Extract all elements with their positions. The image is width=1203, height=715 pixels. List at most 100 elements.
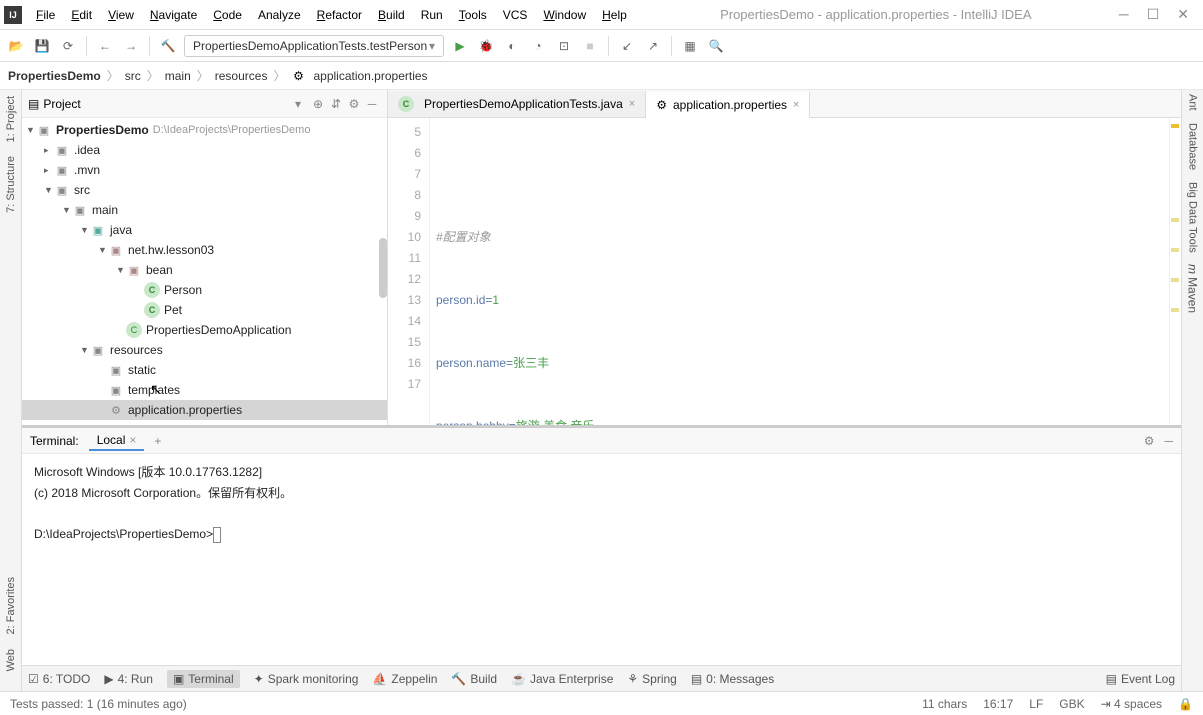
- scrollbar-thumb[interactable]: [379, 238, 387, 298]
- terminal-tab-local[interactable]: Local×: [89, 431, 145, 451]
- tree-static[interactable]: ▣static: [22, 360, 387, 380]
- structure-icon[interactable]: ▦: [680, 36, 700, 56]
- lock-icon[interactable]: 🔒: [1178, 697, 1193, 711]
- menu-tools[interactable]: Tools: [453, 4, 493, 26]
- gear-icon[interactable]: ⚙: [345, 95, 363, 113]
- status-indent[interactable]: ⇥ 4 spaces: [1101, 697, 1162, 711]
- tree-templates[interactable]: ▣templates: [22, 380, 387, 400]
- add-terminal-icon[interactable]: +: [154, 434, 161, 448]
- menu-window[interactable]: Window: [537, 4, 592, 26]
- tree-bean[interactable]: ▼▣bean: [22, 260, 387, 280]
- menu-view[interactable]: View: [102, 4, 140, 26]
- menu-file[interactable]: File: [30, 4, 61, 26]
- stop-icon[interactable]: ■: [580, 36, 600, 56]
- bt-terminal[interactable]: ▣ Terminal: [167, 670, 240, 688]
- minimize-button[interactable]: ─: [1119, 6, 1129, 23]
- sync-icon[interactable]: ⟳: [58, 36, 78, 56]
- bc-resources[interactable]: resources: [215, 69, 268, 83]
- tool-web[interactable]: Web: [3, 647, 19, 673]
- bt-todo[interactable]: ☑ 6: TODO: [28, 672, 90, 686]
- bt-messages[interactable]: ▤ 0: Messages: [691, 672, 774, 686]
- bt-run[interactable]: ▶ 4: Run: [104, 672, 153, 686]
- warning-marker[interactable]: [1171, 124, 1179, 128]
- tree-resources[interactable]: ▼▣resources: [22, 340, 387, 360]
- editor-body[interactable]: 567891011121314151617 #配置对象 person.id=1 …: [388, 118, 1181, 425]
- project-tree[interactable]: ▼▣PropertiesDemoD:\IdeaProjects\Properti…: [22, 118, 387, 425]
- tree-person[interactable]: CPerson: [22, 280, 387, 300]
- chevron-down-icon[interactable]: ▾: [295, 97, 301, 111]
- tool-maven[interactable]: m Maven: [1186, 264, 1200, 313]
- run-icon[interactable]: ▶: [450, 36, 470, 56]
- bc-main[interactable]: main: [165, 69, 191, 83]
- vcs-update-icon[interactable]: ↙: [617, 36, 637, 56]
- menu-run[interactable]: Run: [415, 4, 449, 26]
- status-line-sep[interactable]: LF: [1029, 697, 1043, 711]
- close-icon[interactable]: ×: [629, 98, 635, 110]
- bt-jee[interactable]: ☕ Java Enterprise: [511, 672, 613, 686]
- warning-marker[interactable]: [1171, 248, 1179, 252]
- bt-eventlog[interactable]: ▤ Event Log: [1106, 672, 1175, 686]
- tool-project[interactable]: 1: Project: [3, 94, 19, 144]
- tool-bigdata[interactable]: Big Data Tools: [1187, 182, 1199, 253]
- expand-icon[interactable]: ⇵: [327, 95, 345, 113]
- menu-vcs[interactable]: VCS: [497, 4, 534, 26]
- error-stripe[interactable]: [1169, 118, 1181, 425]
- menu-help[interactable]: Help: [596, 4, 633, 26]
- bt-spark[interactable]: ✦ Spark monitoring: [254, 672, 359, 686]
- menu-navigate[interactable]: Navigate: [144, 4, 203, 26]
- menu-refactor[interactable]: Refactor: [311, 4, 368, 26]
- back-icon[interactable]: ←: [95, 36, 115, 56]
- status-caret[interactable]: 16:17: [983, 697, 1013, 711]
- bt-zeppelin[interactable]: ⛵ Zeppelin: [372, 672, 437, 686]
- tree-main[interactable]: ▼▣main: [22, 200, 387, 220]
- bt-spring[interactable]: ⚘ Spring: [627, 672, 676, 686]
- tree-java[interactable]: ▼▣java: [22, 220, 387, 240]
- terminal-output[interactable]: Microsoft Windows [版本 10.0.17763.1282] (…: [22, 454, 1181, 665]
- tree-app-props[interactable]: ⚙application.properties: [22, 400, 387, 420]
- tree-app[interactable]: CPropertiesDemoApplication: [22, 320, 387, 340]
- menu-build[interactable]: Build: [372, 4, 411, 26]
- project-title[interactable]: Project: [43, 97, 295, 111]
- profile-icon[interactable]: ◔: [528, 36, 548, 56]
- bt-build[interactable]: 🔨 Build: [451, 672, 497, 686]
- close-icon[interactable]: ×: [793, 99, 799, 111]
- close-button[interactable]: ✕: [1177, 6, 1189, 23]
- tree-mvn[interactable]: ▸▣.mvn: [22, 160, 387, 180]
- run-config-select[interactable]: PropertiesDemoApplicationTests.testPerso…: [184, 35, 444, 57]
- menu-code[interactable]: Code: [207, 4, 248, 26]
- debug-icon[interactable]: 🐞: [476, 36, 496, 56]
- status-encoding[interactable]: GBK: [1059, 697, 1084, 711]
- coverage-icon[interactable]: ◐: [502, 36, 522, 56]
- warning-marker[interactable]: [1171, 278, 1179, 282]
- tab-props[interactable]: ⚙application.properties×: [646, 92, 810, 118]
- locate-icon[interactable]: ⊕: [309, 95, 327, 113]
- tree-pet[interactable]: CPet: [22, 300, 387, 320]
- tool-favorites[interactable]: 2: Favorites: [3, 575, 19, 636]
- menu-edit[interactable]: Edit: [65, 4, 98, 26]
- code-area[interactable]: #配置对象 person.id=1 person.name=张三丰 person…: [430, 118, 1181, 425]
- maximize-button[interactable]: ☐: [1147, 6, 1160, 23]
- menu-analyze[interactable]: Analyze: [252, 4, 307, 26]
- hammer-icon[interactable]: 🔨: [158, 36, 178, 56]
- warning-marker[interactable]: [1171, 308, 1179, 312]
- tool-database[interactable]: Database: [1187, 123, 1199, 170]
- attach-icon[interactable]: ⊡: [554, 36, 574, 56]
- bc-src[interactable]: src: [125, 69, 141, 83]
- tree-idea[interactable]: ▸▣.idea: [22, 140, 387, 160]
- tool-structure[interactable]: 7: Structure: [3, 154, 19, 215]
- bc-root[interactable]: PropertiesDemo: [8, 69, 101, 83]
- tree-pkg[interactable]: ▼▣net.hw.lesson03: [22, 240, 387, 260]
- tree-src[interactable]: ▼▣src: [22, 180, 387, 200]
- tree-root[interactable]: ▼▣PropertiesDemoD:\IdeaProjects\Properti…: [22, 120, 387, 140]
- tab-tests[interactable]: CPropertiesDemoApplicationTests.java×: [388, 91, 646, 117]
- vcs-commit-icon[interactable]: ↗: [643, 36, 663, 56]
- tool-ant[interactable]: Ant: [1187, 94, 1199, 111]
- bc-file[interactable]: application.properties: [313, 69, 427, 83]
- gear-icon[interactable]: ⚙: [1144, 434, 1155, 448]
- open-icon[interactable]: 📂: [6, 36, 26, 56]
- hide-icon[interactable]: ─: [1164, 434, 1173, 448]
- save-icon[interactable]: 💾: [32, 36, 52, 56]
- close-icon[interactable]: ×: [129, 433, 136, 447]
- search-icon[interactable]: 🔍: [706, 36, 726, 56]
- warning-marker[interactable]: [1171, 218, 1179, 222]
